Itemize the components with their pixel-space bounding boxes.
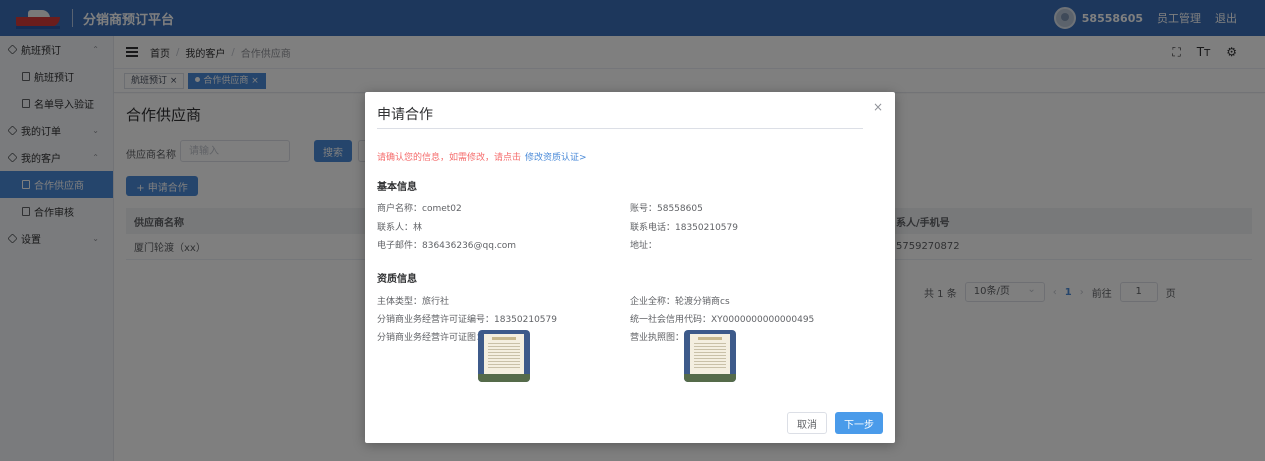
next-step-button[interactable]: 下一步 [835, 412, 883, 434]
qualification-info-title: 资质信息 [377, 274, 417, 285]
license-image-label: 分销商业务经营许可证图： [377, 333, 486, 343]
close-icon[interactable]: × [873, 100, 883, 114]
address: 地址： [630, 241, 658, 251]
business-license-image-label: 营业执照图： [630, 333, 685, 343]
business-license-image[interactable] [684, 330, 736, 382]
edit-qualification-link[interactable]: 修改资质认证> [525, 153, 587, 163]
contact-person: 联系人：林 [377, 223, 423, 233]
email: 电子邮件：836436236@qq.com [377, 241, 517, 251]
credit-code: 统一社会信用代码：XY0000000000000495 [630, 315, 815, 325]
merchant-name: 商户名称：comet02 [377, 204, 462, 214]
contact-phone: 联系电话：18350210579 [630, 223, 738, 233]
company-full-name: 企业全称：轮渡分销商cs [630, 297, 730, 307]
license-number: 分销商业务经营许可证编号：18350210579 [377, 315, 557, 325]
subject-type: 主体类型：旅行社 [377, 297, 450, 307]
cancel-button[interactable]: 取消 [787, 412, 827, 434]
apply-partnership-dialog: 申请合作 × 请确认您的信息，如需修改，请点击 修改资质认证> 基本信息 商户名称… [365, 92, 895, 443]
confirm-notice: 请确认您的信息，如需修改，请点击 修改资质认证> [377, 150, 587, 163]
notice-text: 请确认您的信息，如需修改，请点击 [377, 153, 522, 163]
license-image[interactable] [478, 330, 530, 382]
dialog-title: 申请合作 [377, 107, 433, 123]
dialog-divider [377, 128, 863, 129]
account-no: 账号：58558605 [630, 204, 703, 214]
basic-info-title: 基本信息 [377, 182, 417, 193]
